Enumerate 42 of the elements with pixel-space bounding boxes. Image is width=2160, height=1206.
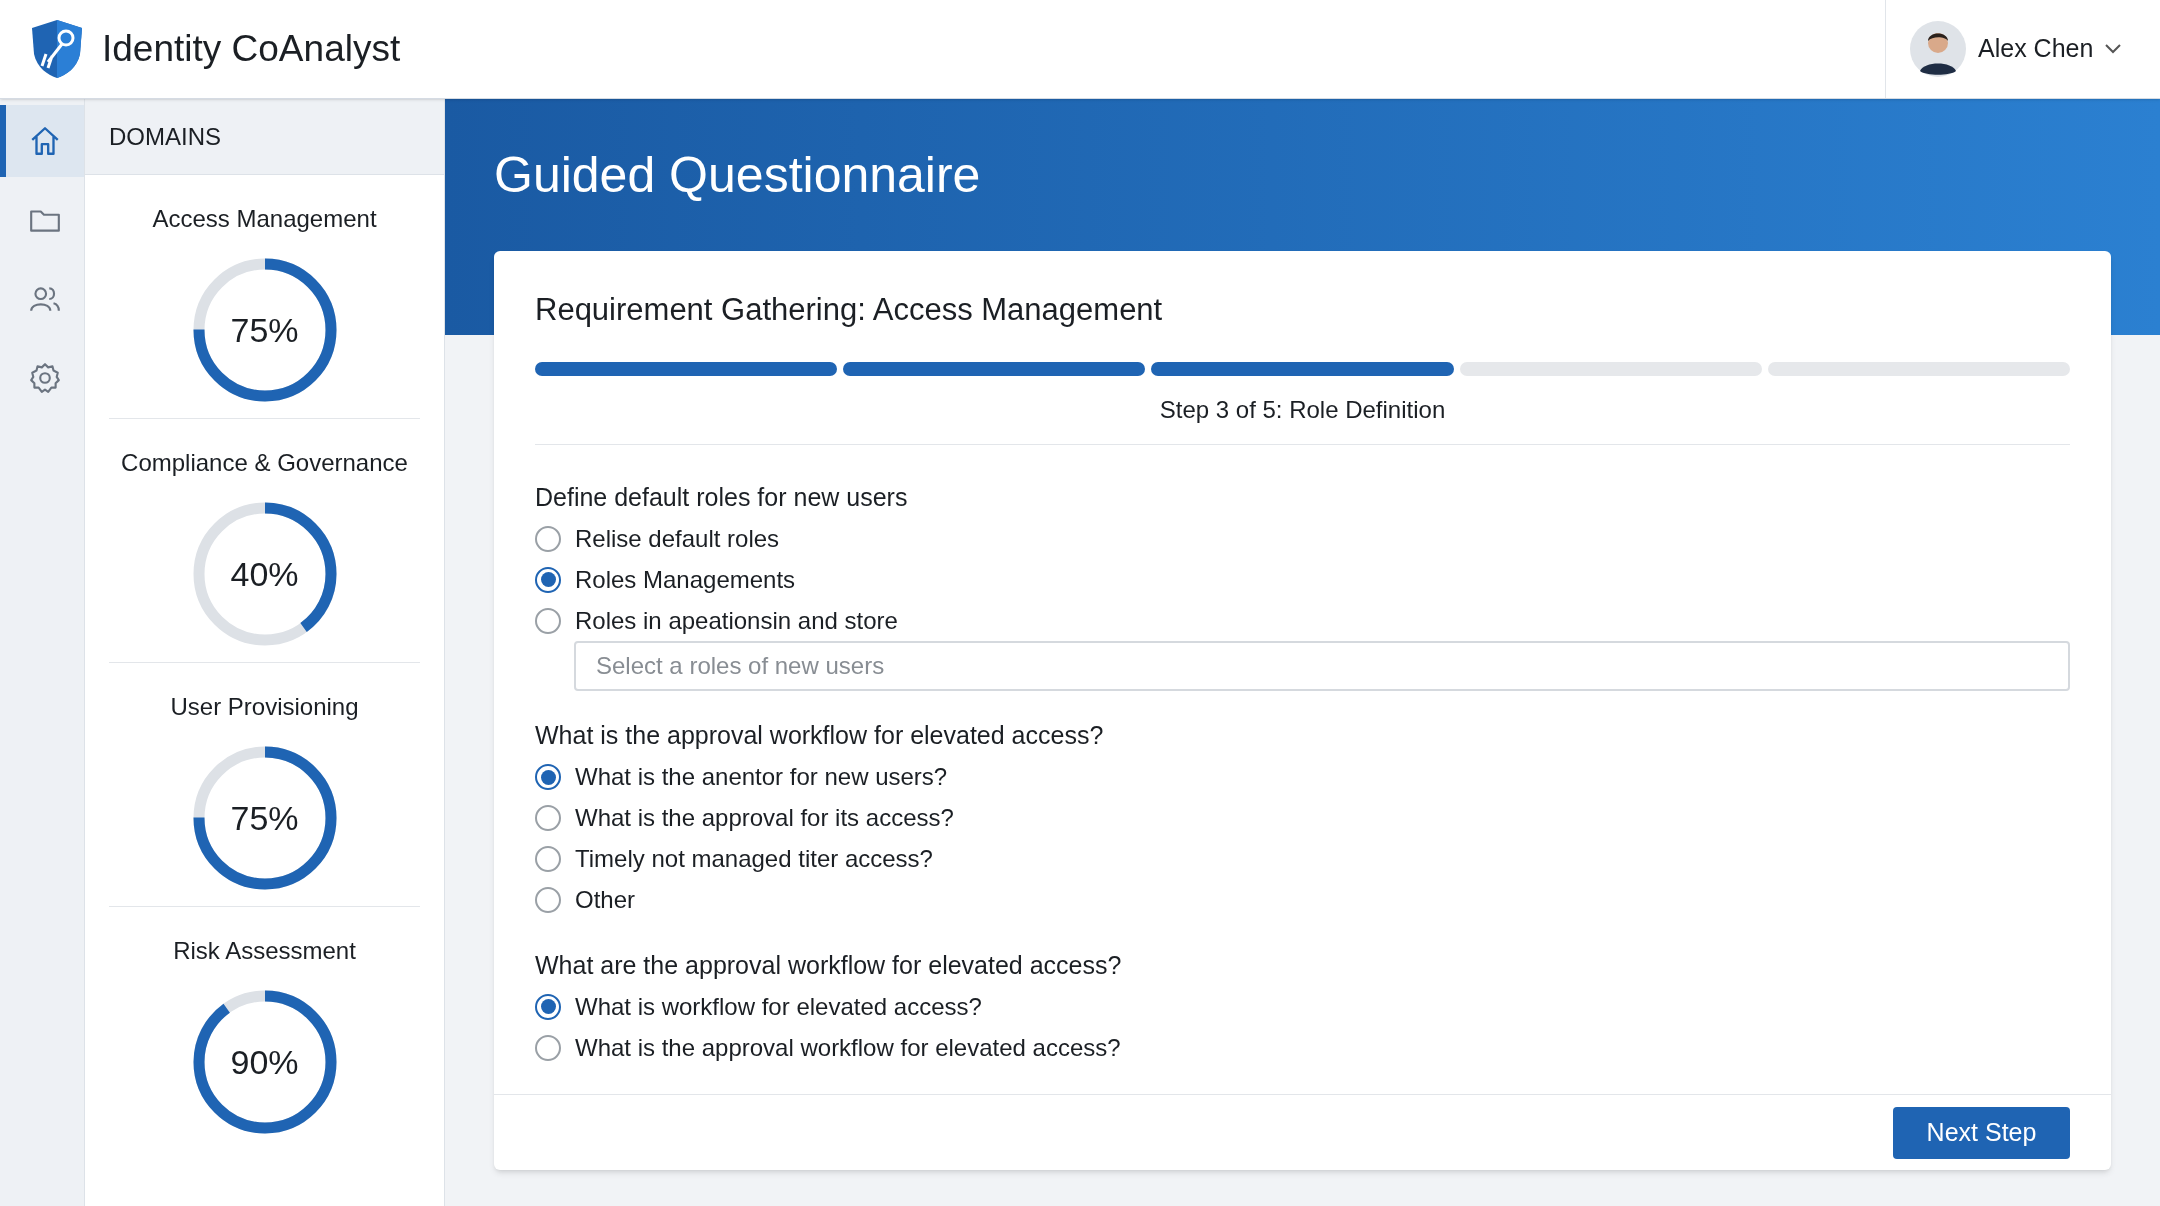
option-label: What is the approval workflow for elevated access? [575, 1032, 1121, 1063]
radio-button[interactable] [535, 1034, 561, 1061]
radio-button[interactable] [535, 525, 561, 552]
domain-name: Access Management [152, 204, 377, 234]
step-label: Step 3 of 5: Role Definition [1159, 394, 1446, 425]
app-title: Identity CoAnalyst [102, 27, 401, 72]
radio-button[interactable] [535, 566, 561, 593]
domain-name: Compliance & Governance [121, 448, 408, 478]
avatar-icon [1910, 21, 1966, 77]
domains-heading: DOMAINS [109, 121, 221, 152]
radio-button[interactable] [535, 764, 561, 790]
next-step-button[interactable]: Next Step [1893, 1106, 2070, 1159]
option-label: What is workflow for elevated access? [575, 991, 982, 1022]
option-label: Other [575, 885, 636, 915]
user-name: Alex Chen [1978, 33, 2094, 65]
chevron-down-icon [2105, 44, 2122, 54]
radio-button[interactable] [535, 887, 561, 913]
page-title: Guided Questionnaire [494, 145, 982, 205]
percent-reading: 90% [229, 1041, 300, 1083]
radio-button[interactable] [535, 993, 561, 1020]
nav-item[interactable] [0, 105, 84, 177]
option-label: Roles Managements [575, 564, 796, 595]
question-label: What is the approval workflow for elevated access? [535, 720, 1105, 751]
card-title: Requirement Gathering: Access Management [535, 291, 1164, 329]
settings-icon [28, 361, 62, 395]
percent-reading: 75% [229, 797, 300, 839]
radio-button[interactable] [535, 846, 561, 872]
percent-reading: 40% [229, 553, 300, 595]
question-label: Define default roles for new users [535, 481, 909, 513]
radio-button[interactable] [535, 805, 561, 831]
question-label: What are the approval workflow for elevated access? [535, 949, 1123, 981]
domain-name: Risk Assessment [173, 936, 356, 966]
roles-input-field[interactable]: Select a roles of new users [574, 641, 2070, 691]
option-label: Timely not managed titer access? [575, 844, 933, 874]
user-menu[interactable]: Alex Chen [1885, 0, 2160, 98]
domain-name: User Provisioning [170, 692, 359, 722]
option-label: What is the anentor for new users? [575, 762, 948, 792]
option-label: What is the approval for its access? [575, 803, 954, 833]
option-label: Roles in apeationsin and store [575, 605, 898, 636]
radio-button[interactable] [535, 607, 561, 634]
percent-reading: 75% [229, 309, 300, 351]
option-label: Relise default roles [575, 523, 780, 554]
